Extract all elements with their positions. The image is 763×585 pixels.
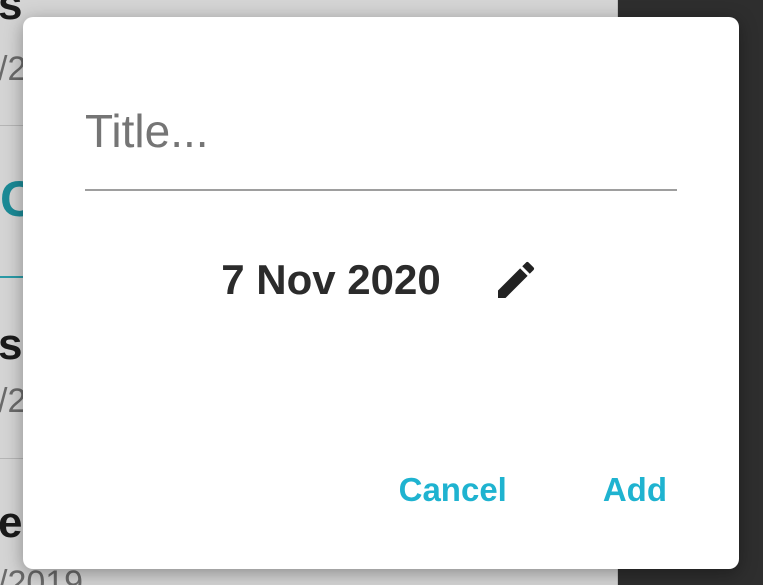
add-button[interactable]: Add (603, 467, 667, 513)
pencil-icon (497, 261, 534, 298)
date-label[interactable]: 7 Nov 2020 (221, 256, 440, 304)
cancel-button[interactable]: Cancel (399, 467, 507, 513)
date-row: 7 Nov 2020 (23, 255, 739, 305)
title-input[interactable] (85, 97, 677, 191)
edit-date-button[interactable] (491, 255, 541, 305)
add-entry-dialog: 7 Nov 2020 Cancel Add (23, 17, 739, 569)
list-item-title: s (0, 320, 23, 369)
list-item-title: s (0, 0, 23, 29)
list-item-title: e (0, 498, 23, 547)
dialog-actions: Cancel Add (399, 467, 667, 513)
